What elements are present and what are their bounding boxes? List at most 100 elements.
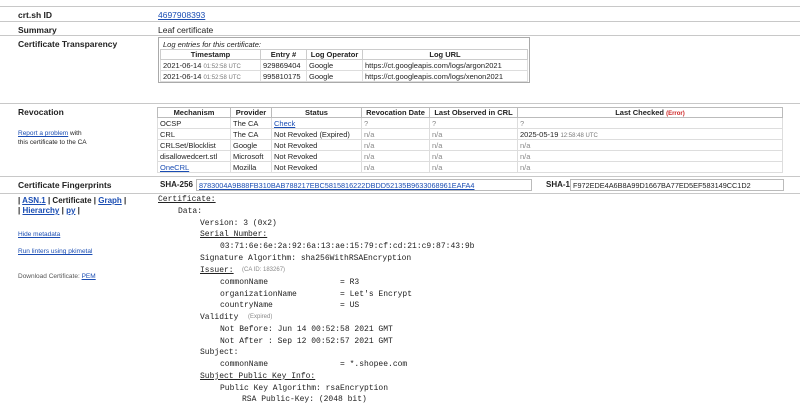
rev-mechanism: OCSP: [157, 117, 231, 129]
rev-status: Not Revoked: [271, 161, 362, 173]
rev-header-last-checked-label: Last Checked: [615, 108, 664, 117]
sha256-box: 8783004A9B88FB310BAB788217EBC5815816222D…: [196, 179, 532, 191]
issuer-link[interactable]: Issuer:: [200, 266, 234, 275]
subject-public-key-info-link[interactable]: Subject Public Key Info:: [200, 372, 315, 381]
fingerprints-label: Certificate Fingerprints: [18, 180, 112, 190]
revocation-row-crl: CRL The CA Not Revoked (Expired) n/a n/a…: [157, 128, 783, 140]
rev-last-observed: n/a: [429, 161, 518, 173]
signature-algorithm: Signature Algorithm: sha256WithRSAEncryp…: [200, 254, 412, 263]
ct-entry: 995810175: [260, 70, 307, 82]
rev-date: n/a: [361, 150, 430, 162]
rev-date: ?: [361, 117, 430, 129]
sha1-label: SHA-1: [546, 180, 571, 189]
sha256-link[interactable]: 8783004A9B88FB310BAB788217EBC5815816222D…: [199, 181, 474, 190]
download-certificate: Download Certificate: PEM: [18, 273, 96, 280]
rev-provider: The CA: [230, 128, 272, 140]
crtsh-id-label: crt.sh ID: [18, 10, 53, 20]
tab-asn1[interactable]: ASN.1: [22, 196, 46, 205]
rev-date: n/a: [361, 128, 430, 140]
certificate-row: [0, 193, 800, 408]
report-problem-text-2: this certificate to the CA: [18, 139, 87, 146]
ct-caption: Log entries for this certificate:: [163, 40, 261, 49]
ct-log-row: 2021-06-14 01:52:58 UTC 929869404 Google…: [160, 59, 528, 71]
report-problem-link[interactable]: Report a problem: [18, 130, 68, 137]
summary-label: Summary: [18, 25, 57, 35]
crtsh-id-link[interactable]: 4697908393: [158, 10, 205, 20]
ct-date: 2021-06-14: [163, 60, 202, 70]
rev-last-checked: n/a: [517, 139, 783, 151]
ct-url: https://ct.googleapis.com/logs/argon2021: [362, 59, 528, 71]
validity-label: Validity: [200, 313, 239, 322]
sha1-box: F972EDE4A6B8A99D1667BA77ED5EF583149CC1D2: [570, 179, 784, 191]
ct-date: 2021-06-14: [163, 71, 202, 81]
hide-metadata-link[interactable]: Hide metadata: [18, 231, 60, 238]
rev-status: Not Revoked: [271, 139, 362, 151]
tab-py[interactable]: py: [66, 206, 75, 215]
revocation-table: Mechanism Provider Status Revocation Dat…: [157, 107, 783, 173]
ocsp-check-link[interactable]: Check: [274, 119, 295, 128]
ct-header-entry: Entry #: [260, 49, 307, 60]
rev-date: n/a: [361, 139, 430, 151]
rev-status: Not Revoked (Expired): [271, 128, 362, 140]
hide-metadata: Hide metadata: [18, 231, 60, 238]
subject-common-name: commonName = *.shopee.com: [220, 360, 408, 369]
download-pem-link[interactable]: PEM: [82, 273, 96, 280]
rev-last-checked: n/a: [517, 161, 783, 173]
rev-last-checked-time: 12:58:48 UTC: [560, 132, 598, 139]
certificate-link[interactable]: Certificate:: [158, 195, 216, 204]
ct-header-url: Log URL: [362, 49, 528, 60]
ct-time: 01:52:58 UTC: [203, 63, 241, 70]
revocation-row-ocsp: OCSP The CA Check ? ? ?: [157, 117, 783, 129]
run-linters-link[interactable]: Run linters using pkimetal: [18, 248, 92, 255]
validity-expired: (Expired): [248, 314, 273, 320]
rev-header-status: Status: [271, 107, 362, 118]
ct-label: Certificate Transparency: [18, 39, 118, 49]
rev-mechanism: CRLSet/Blocklist: [157, 139, 231, 151]
cert-data: Data:: [178, 207, 203, 216]
summary-value: Leaf certificate: [158, 25, 214, 35]
ct-time: 01:52:58 UTC: [203, 74, 241, 81]
rev-last-observed: n/a: [429, 128, 518, 140]
ct-header-operator: Log Operator: [306, 49, 363, 60]
rev-header-last-observed: Last Observed in CRL: [429, 107, 518, 118]
sha1-value: F972EDE4A6B8A99D1667BA77ED5EF583149CC1D2: [573, 181, 751, 190]
summary-row: Summary Leaf certificate: [0, 21, 800, 35]
tab-hierarchy[interactable]: Hierarchy: [22, 206, 59, 215]
ct-log-table: Timestamp Entry # Log Operator Log URL 2…: [160, 49, 528, 82]
subject-label: Subject:: [200, 348, 239, 357]
rsa-public-key: RSA Public-Key: (2048 bit): [242, 395, 367, 404]
revocation-row-onecrl: OneCRL Mozilla Not Revoked n/a n/a n/a: [157, 161, 783, 173]
sha256-label: SHA-256: [160, 180, 193, 189]
tab-graph[interactable]: Graph: [98, 196, 122, 205]
issuer-organization: organizationName = Let's Encrypt: [220, 290, 413, 299]
ct-entry: 929869404: [260, 59, 307, 71]
rev-provider: Mozilla: [230, 161, 272, 173]
ct-header-timestamp: Timestamp: [160, 49, 261, 60]
rev-header-mechanism: Mechanism: [157, 107, 231, 118]
public-key-algorithm: Public Key Algorithm: rsaEncryption: [220, 384, 389, 393]
revocation-row-disallowedcert: disallowedcert.stl Microsoft Not Revoked…: [157, 150, 783, 162]
run-linters: Run linters using pkimetal: [18, 248, 92, 255]
rev-header-provider: Provider: [230, 107, 272, 118]
rev-provider: Google: [230, 139, 272, 151]
crtsh-id-row: crt.sh ID 4697908393: [0, 6, 800, 21]
rev-last-observed: n/a: [429, 139, 518, 151]
ct-operator: Google: [306, 70, 363, 82]
onecrl-link[interactable]: OneCRL: [160, 163, 189, 172]
serial-number-link[interactable]: Serial Number:: [200, 230, 267, 239]
rev-mechanism: disallowedcert.stl: [157, 150, 231, 162]
not-before: Not Before: Jun 14 00:52:58 2021 GMT: [220, 325, 393, 334]
issuer-country: countryName = US: [220, 301, 360, 310]
ct-log-row: 2021-06-14 01:52:58 UTC 995810175 Google…: [160, 70, 528, 82]
rev-last-observed: ?: [429, 117, 518, 129]
download-label: Download Certificate:: [18, 273, 80, 280]
issuer-common-name: commonName = R3: [220, 278, 360, 287]
rev-header-revocation-date: Revocation Date: [361, 107, 430, 118]
rev-status: Not Revoked: [271, 150, 362, 162]
ct-operator: Google: [306, 59, 363, 71]
issuer-ca-id: (CA ID: 183267): [242, 267, 286, 273]
tab-certificate: Certificate: [52, 196, 92, 205]
rev-last-checked: n/a: [517, 150, 783, 162]
rev-provider: Microsoft: [230, 150, 272, 162]
rev-date: n/a: [361, 161, 430, 173]
